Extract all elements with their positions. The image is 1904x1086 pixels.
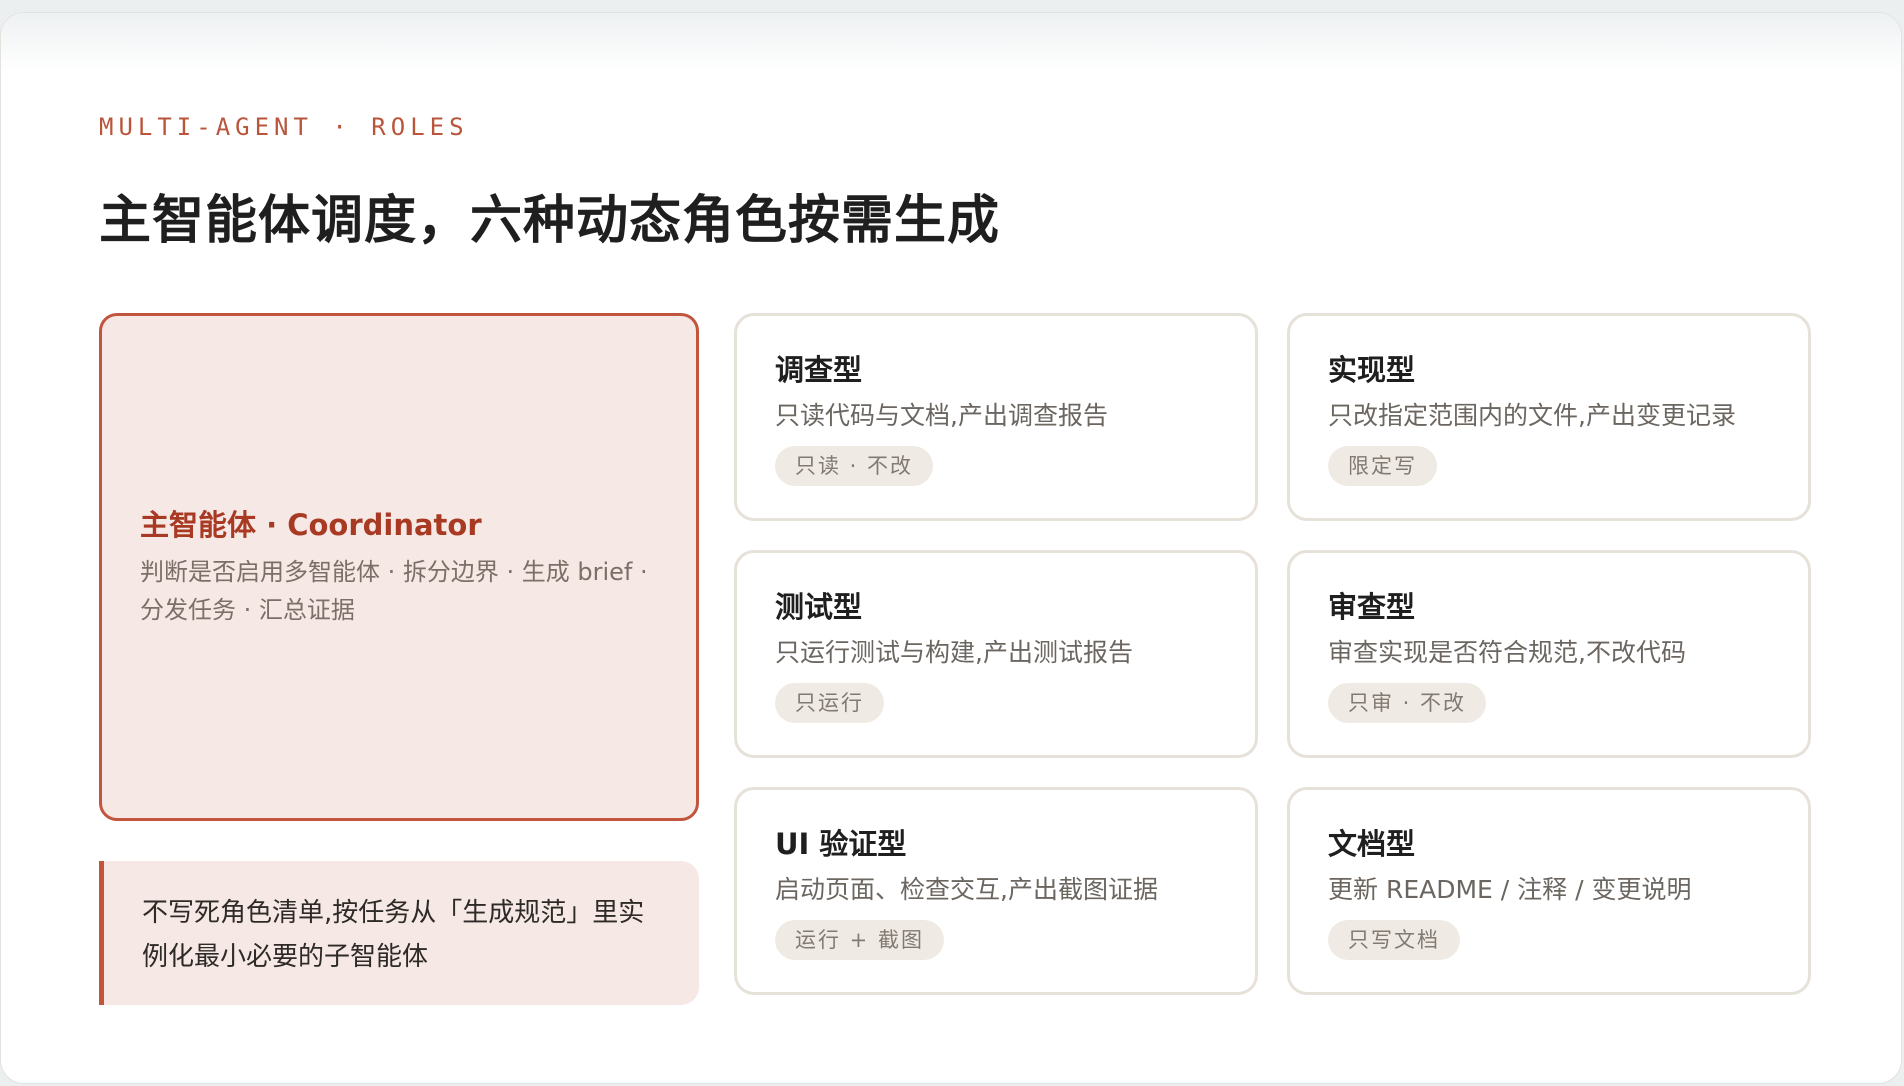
role-description: 只改指定范围内的文件,产出变更记录 [1328, 401, 1736, 430]
eyebrow-label: MULTI-AGENT · ROLES [99, 113, 469, 141]
role-name: 审查型 [1328, 590, 1416, 624]
role-description: 更新 README / 注释 / 变更说明 [1328, 875, 1692, 904]
role-name: 调查型 [775, 353, 863, 387]
role-card-ui-verifier: UI 验证型 启动页面、检查交互,产出截图证据 运行 + 截图 [734, 787, 1258, 995]
role-name: 文档型 [1328, 827, 1416, 861]
coordinator-description: 判断是否启用多智能体 · 拆分边界 · 生成 brief · 分发任务 · 汇总… [140, 558, 648, 624]
role-permission-tag: 运行 + 截图 [775, 920, 944, 960]
role-card-tester: 测试型 只运行测试与构建,产出测试报告 只运行 [734, 550, 1258, 758]
role-card-implementer: 实现型 只改指定范围内的文件,产出变更记录 限定写 [1287, 313, 1811, 521]
note-callout: 不写死角色清单,按任务从「生成规范」里实例化最小必要的子智能体 [99, 861, 699, 1005]
role-name: 测试型 [775, 590, 863, 624]
role-name: 实现型 [1328, 353, 1416, 387]
role-description: 只读代码与文档,产出调查报告 [775, 401, 1108, 430]
role-card-investigator: 调查型 只读代码与文档,产出调查报告 只读 · 不改 [734, 313, 1258, 521]
coordinator-title: 主智能体 · Coordinator [140, 508, 482, 542]
role-description: 审查实现是否符合规范,不改代码 [1328, 638, 1686, 667]
slide: MULTI-AGENT · ROLES 主智能体调度，六种动态角色按需生成 主智… [0, 12, 1902, 1084]
role-card-documenter: 文档型 更新 README / 注释 / 变更说明 只写文档 [1287, 787, 1811, 995]
coordinator-card: 主智能体 · Coordinator 判断是否启用多智能体 · 拆分边界 · 生… [99, 313, 699, 821]
role-description: 启动页面、检查交互,产出截图证据 [775, 875, 1158, 904]
note-text: 不写死角色清单,按任务从「生成规范」里实例化最小必要的子智能体 [142, 898, 645, 972]
role-description: 只运行测试与构建,产出测试报告 [775, 638, 1133, 667]
role-card-reviewer: 审查型 审查实现是否符合规范,不改代码 只审 · 不改 [1287, 550, 1811, 758]
role-permission-tag: 只读 · 不改 [775, 446, 934, 486]
role-name: UI 验证型 [775, 827, 907, 861]
role-permission-tag: 只写文档 [1328, 920, 1460, 960]
page-title: 主智能体调度，六种动态角色按需生成 [99, 190, 1001, 251]
role-permission-tag: 只运行 [775, 683, 884, 723]
role-permission-tag: 限定写 [1328, 446, 1437, 486]
role-permission-tag: 只审 · 不改 [1328, 683, 1487, 723]
